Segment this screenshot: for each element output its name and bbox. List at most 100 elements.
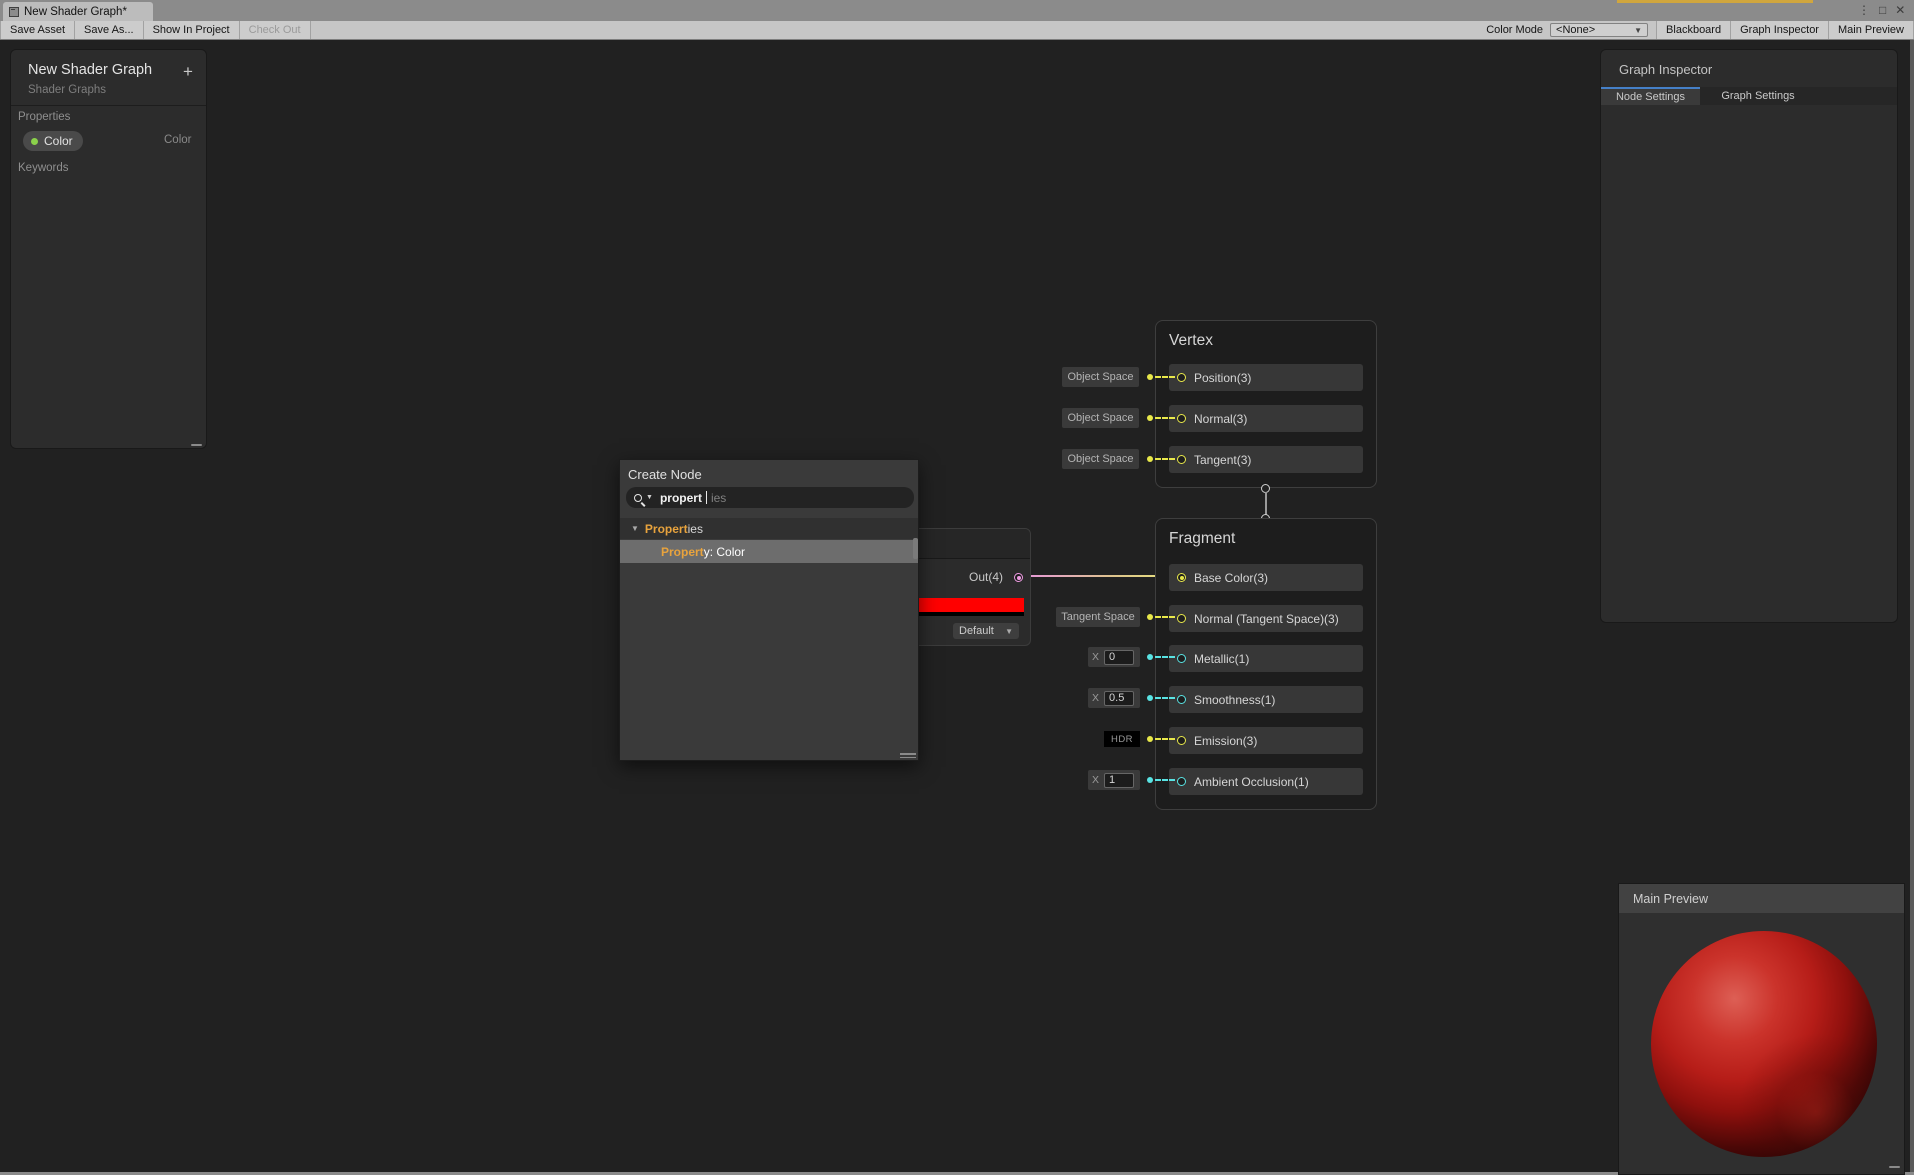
vertex-node[interactable]: Vertex Position(3) Normal(3) Tangent(3) — [1155, 320, 1377, 488]
ambient-occlusion-port-float[interactable] — [1177, 777, 1186, 786]
toolbar: Save Asset Save As... Show In Project Ch… — [0, 21, 1914, 40]
normal-port-vec3[interactable] — [1177, 414, 1186, 423]
node-search-input[interactable]: ▼ propert ies — [626, 487, 914, 508]
show-in-project-button[interactable]: Show In Project — [143, 21, 240, 39]
popup-resize-handle[interactable] — [900, 753, 916, 758]
x-axis-label: X — [1092, 692, 1100, 704]
fragment-row-emission[interactable]: Emission(3) — [1169, 727, 1363, 754]
base-color-port-vec3-connected[interactable] — [1177, 573, 1186, 582]
connector-dot-icon — [1147, 456, 1153, 462]
row-label: Normal(3) — [1194, 411, 1248, 426]
add-property-button[interactable]: + — [183, 62, 193, 82]
title-bar — [0, 0, 1914, 21]
popup-scrollbar-thumb[interactable] — [913, 538, 918, 559]
emission-hdr-swatch[interactable]: HDR — [1104, 731, 1140, 747]
smoothness-value-field[interactable]: 0.5 — [1104, 690, 1135, 706]
check-out-button: Check Out — [239, 21, 311, 39]
chevron-down-icon: ▼ — [1005, 626, 1013, 636]
smoothness-default-input[interactable]: X 0.5 — [1088, 688, 1140, 708]
tab-node-settings[interactable]: Node Settings — [1601, 87, 1700, 105]
color-mode-value: <None> — [1556, 24, 1596, 36]
color-mode-default-dropdown[interactable]: Default ▼ — [953, 623, 1019, 639]
text-caret — [705, 491, 707, 504]
property-type-label: Color — [164, 134, 192, 146]
color-swatch-red[interactable] — [901, 598, 1024, 612]
search-icon — [634, 493, 642, 502]
space-pill-object-space[interactable]: Object Space — [1062, 449, 1139, 469]
smoothness-port-float[interactable] — [1177, 695, 1186, 704]
shader-graph-window: New Shader Graph* ⋮ □ ✕ Save Asset Save … — [0, 0, 1914, 1175]
maximize-icon[interactable]: □ — [1879, 2, 1886, 19]
results-section-properties[interactable]: ▼ Properties — [620, 518, 918, 539]
create-node-popup: Create Node ▼ propert ies ▼ Properties P… — [619, 459, 919, 761]
space-pill-object-space[interactable]: Object Space — [1062, 367, 1139, 387]
row-label: Base Color(3) — [1194, 570, 1269, 585]
row-label: Position(3) — [1194, 370, 1252, 385]
row-label: Ambient Occlusion(1) — [1194, 774, 1309, 789]
search-scope-chevron-icon[interactable]: ▼ — [646, 494, 653, 501]
blackboard-title: New Shader Graph — [28, 62, 153, 78]
ambient-occlusion-default-input[interactable]: X 1 — [1088, 770, 1140, 790]
vertex-row-position[interactable]: Position(3) — [1169, 364, 1363, 391]
result-item-property-color[interactable]: Property: Color — [620, 540, 918, 563]
fragment-row-ambient-occlusion[interactable]: Ambient Occlusion(1) — [1169, 768, 1363, 795]
connector-dot-icon — [1147, 736, 1153, 742]
close-icon[interactable]: ✕ — [1895, 2, 1905, 19]
position-port-vec3[interactable] — [1177, 373, 1186, 382]
connector-dot-icon — [1147, 777, 1153, 783]
color-node-header — [901, 529, 1030, 559]
normal-port-vec3[interactable] — [1177, 614, 1186, 623]
tab-graph-settings[interactable]: Graph Settings — [1700, 87, 1816, 105]
preview-sphere[interactable] — [1651, 931, 1877, 1157]
expander-triangle-icon[interactable]: ▼ — [631, 524, 639, 533]
color-mode-dropdown[interactable]: <None> ▼ — [1550, 23, 1649, 37]
tangent-port-vec3[interactable] — [1177, 455, 1186, 464]
color-swatch-alpha-strip — [901, 612, 1024, 616]
document-tab[interactable]: New Shader Graph* — [3, 2, 153, 21]
fragment-row-smoothness[interactable]: Smoothness(1) — [1169, 686, 1363, 713]
connector-dot-icon — [1147, 374, 1153, 380]
dashed-connector — [1155, 697, 1175, 699]
save-as-button[interactable]: Save As... — [75, 21, 144, 39]
blackboard-toggle-button[interactable]: Blackboard — [1656, 21, 1732, 39]
color-node-out-label: Out(4) — [968, 570, 1003, 584]
result-match-text: Propert — [661, 544, 704, 559]
save-asset-button[interactable]: Save Asset — [0, 21, 76, 39]
fragment-row-metallic[interactable]: Metallic(1) — [1169, 645, 1363, 672]
metallic-value-field[interactable]: 0 — [1104, 649, 1135, 665]
shader-graph-icon — [9, 6, 19, 17]
space-pill-object-space[interactable]: Object Space — [1062, 408, 1139, 428]
out-port-vec4[interactable] — [1014, 573, 1023, 582]
vertex-row-tangent[interactable]: Tangent(3) — [1169, 446, 1363, 473]
connector-dot-icon — [1147, 654, 1153, 660]
resize-handle[interactable] — [1889, 1166, 1900, 1168]
resize-handle[interactable] — [191, 444, 202, 446]
ambient-occlusion-value-field[interactable]: 1 — [1104, 772, 1135, 788]
fragment-node-title: Fragment — [1169, 530, 1236, 547]
fragment-row-base-color[interactable]: Base Color(3) — [1169, 564, 1363, 591]
main-preview-header[interactable]: Main Preview — [1619, 884, 1904, 913]
property-pill-label: Color — [44, 134, 73, 148]
color-property-node[interactable]: Out(4) Default ▼ — [900, 528, 1031, 646]
dashed-connector — [1155, 616, 1175, 618]
connector-dot-icon — [1147, 695, 1153, 701]
stack-link-line — [1265, 492, 1267, 516]
row-label: Emission(3) — [1194, 733, 1258, 748]
vertex-row-normal[interactable]: Normal(3) — [1169, 405, 1363, 432]
fragment-row-normal[interactable]: Normal (Tangent Space)(3) — [1169, 605, 1363, 632]
metallic-default-input[interactable]: X 0 — [1088, 647, 1140, 667]
document-tab-title: New Shader Graph* — [24, 5, 127, 18]
search-autocomplete-ghost: ies — [710, 490, 727, 505]
emission-port-vec3[interactable] — [1177, 736, 1186, 745]
kebab-menu-icon[interactable]: ⋮ — [1858, 2, 1870, 19]
graph-inspector-toggle-button[interactable]: Graph Inspector — [1731, 21, 1829, 39]
create-node-title: Create Node — [628, 467, 702, 482]
main-preview-toggle-button[interactable]: Main Preview — [1828, 21, 1914, 39]
divider — [11, 105, 206, 106]
fragment-node[interactable]: Fragment Base Color(3) Normal (Tangent S… — [1155, 518, 1377, 810]
space-pill-tangent-space[interactable]: Tangent Space — [1056, 607, 1140, 627]
property-pill-color[interactable]: Color — [23, 131, 83, 151]
background-window-strip — [1617, 0, 1813, 3]
metallic-port-float[interactable] — [1177, 654, 1186, 663]
row-label: Tangent(3) — [1194, 452, 1252, 467]
